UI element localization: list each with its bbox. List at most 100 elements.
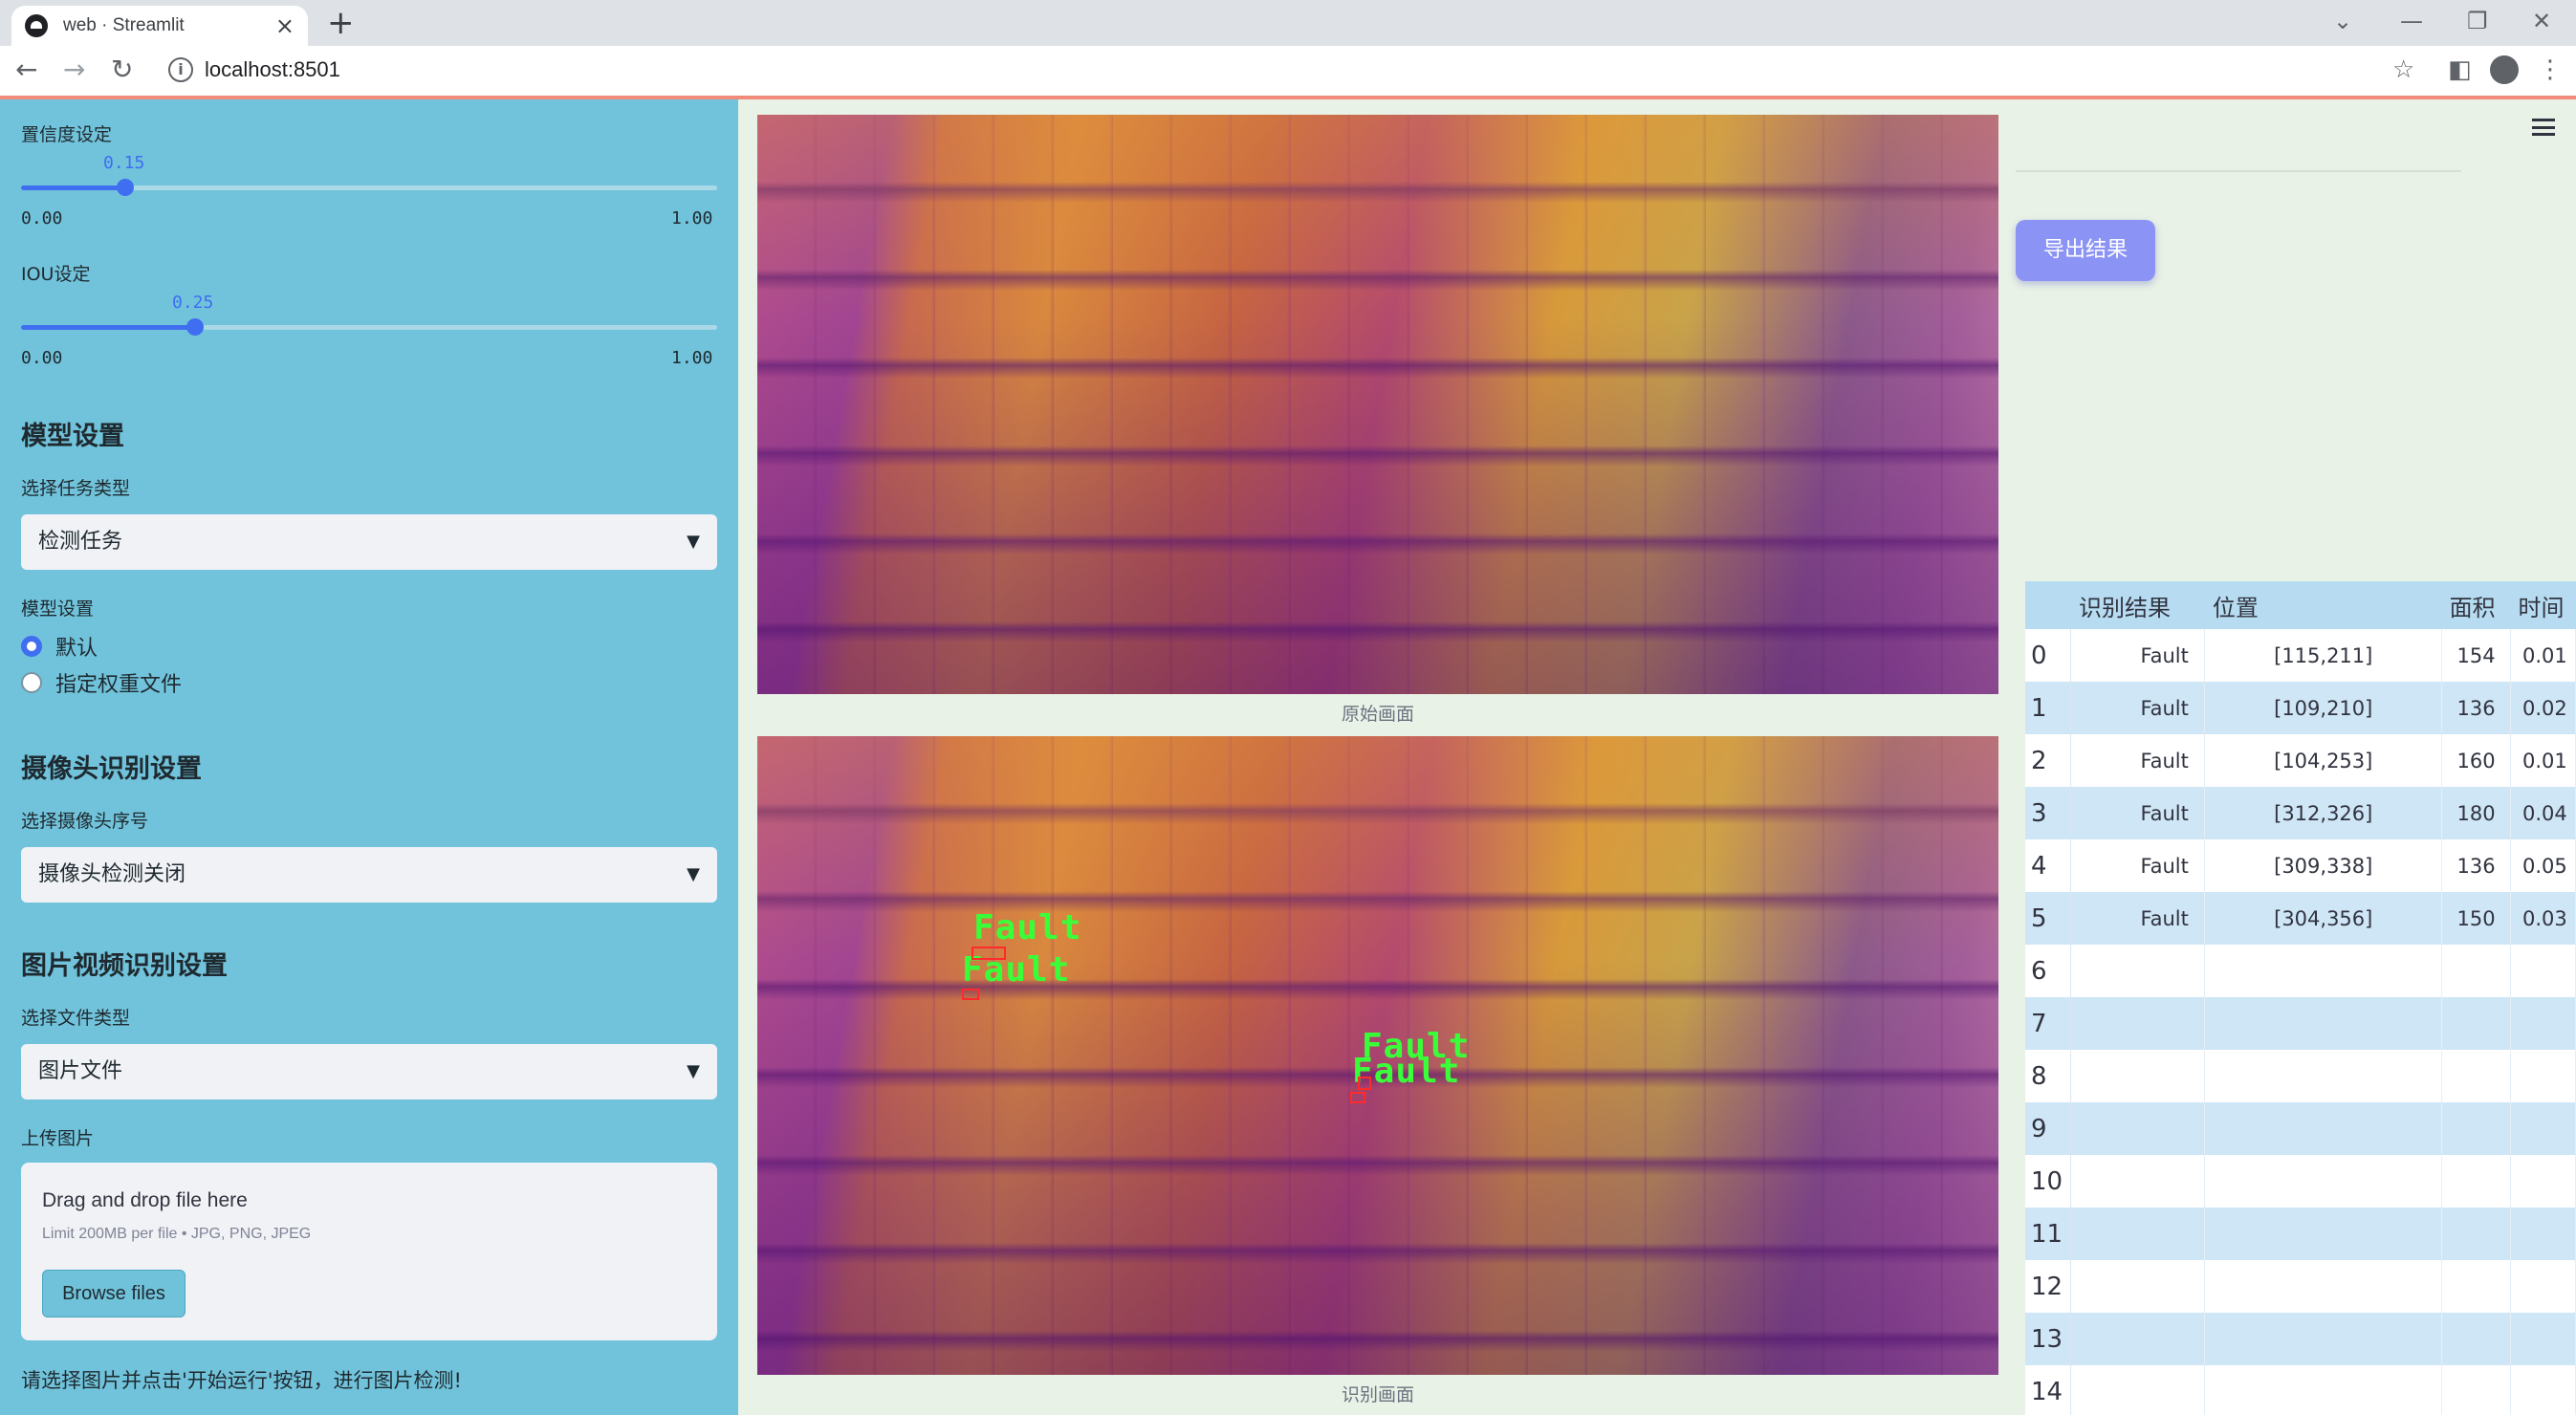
iou-slider-thumb[interactable]: [186, 318, 204, 336]
row-class: [2070, 1208, 2206, 1260]
address-bar[interactable]: localhost:8501: [205, 57, 340, 82]
row-time: [2510, 945, 2576, 997]
table-row[interactable]: 14: [2025, 1365, 2576, 1415]
site-info-icon[interactable]: i: [168, 57, 193, 82]
back-icon[interactable]: ←: [15, 55, 37, 84]
row-area: [2441, 1155, 2511, 1208]
row-index: 2: [2025, 734, 2072, 787]
row-index: 3: [2025, 787, 2072, 839]
row-position: [2204, 997, 2443, 1050]
table-row[interactable]: 7: [2025, 997, 2576, 1050]
task-type-select[interactable]: 检测任务 ▼: [21, 514, 717, 570]
row-time: 0.04: [2510, 787, 2576, 839]
close-window-icon[interactable]: ✕: [2532, 8, 2551, 34]
table-row[interactable]: 1 Fault [109,210] 136 0.02: [2025, 682, 2576, 734]
table-row[interactable]: 0 Fault [115,211] 154 0.01: [2025, 629, 2576, 682]
table-row[interactable]: 12: [2025, 1260, 2576, 1313]
table-row[interactable]: 10: [2025, 1155, 2576, 1208]
table-row[interactable]: 11: [2025, 1208, 2576, 1260]
row-position: [2204, 1365, 2443, 1415]
detection-box: [1350, 1092, 1365, 1103]
row-time: 0.02: [2510, 682, 2576, 734]
row-time: [2510, 1365, 2576, 1415]
radio-custom-weights-label: 指定权重文件: [55, 673, 183, 697]
row-area: 160: [2441, 734, 2511, 787]
browser-tab[interactable]: web · Streamlit ×: [11, 6, 308, 46]
table-row[interactable]: 9: [2025, 1102, 2576, 1155]
confidence-slider-fill: [21, 185, 126, 190]
camera-settings-heading: 摄像头识别设置: [21, 754, 202, 784]
table-row[interactable]: 4 Fault [309,338] 136 0.05: [2025, 839, 2576, 892]
row-index: 4: [2025, 839, 2072, 892]
original-image: [757, 115, 1998, 694]
reload-icon[interactable]: ↻: [111, 55, 133, 84]
confidence-value: 0.15: [103, 153, 145, 173]
dropzone-limit: Limit 200MB per file • JPG, PNG, JPEG: [42, 1226, 312, 1242]
iou-value: 0.25: [172, 293, 214, 313]
row-class: Fault: [2070, 787, 2206, 839]
minimize-icon[interactable]: —: [2400, 8, 2423, 34]
header-position[interactable]: 位置: [2204, 581, 2442, 629]
side-panel-icon[interactable]: ◧: [2448, 55, 2472, 84]
row-position: [2204, 1155, 2443, 1208]
detection-box: [1358, 1077, 1371, 1090]
tab-search-icon[interactable]: ⌄: [2333, 8, 2352, 34]
table-row[interactable]: 3 Fault [312,326] 180 0.04: [2025, 787, 2576, 839]
row-area: [2441, 1313, 2511, 1365]
table-row[interactable]: 8: [2025, 1050, 2576, 1102]
row-area: [2441, 1050, 2511, 1102]
row-index: 6: [2025, 945, 2072, 997]
iou-slider[interactable]: [21, 318, 717, 336]
confidence-slider[interactable]: [21, 179, 717, 196]
radio-unchecked-icon[interactable]: [21, 672, 42, 693]
table-row[interactable]: 2 Fault [104,253] 160 0.01: [2025, 734, 2576, 787]
export-results-button[interactable]: 导出结果: [2016, 220, 2155, 281]
table-row[interactable]: 5 Fault [304,356] 150 0.03: [2025, 892, 2576, 945]
browser-menu-icon[interactable]: ⋮: [2538, 55, 2563, 84]
browser-toolbar: ← → ↻ i localhost:8501 ☆ ◧ ⋮: [0, 46, 2576, 96]
row-area: 180: [2441, 787, 2511, 839]
row-index: 1: [2025, 682, 2072, 734]
chevron-down-icon: ▼: [687, 532, 700, 552]
detection-box: [971, 947, 1006, 960]
row-time: 0.01: [2510, 629, 2576, 682]
header-class[interactable]: 识别结果: [2070, 581, 2205, 629]
row-time: [2510, 1050, 2576, 1102]
table-row[interactable]: 6: [2025, 945, 2576, 997]
browse-files-button[interactable]: Browse files: [42, 1270, 186, 1317]
row-area: 150: [2441, 892, 2511, 945]
header-time[interactable]: 时间: [2510, 581, 2576, 629]
row-area: 136: [2441, 682, 2511, 734]
row-class: [2070, 1313, 2206, 1365]
confidence-label: 置信度设定: [21, 124, 113, 145]
radio-default[interactable]: 默认: [21, 631, 98, 662]
row-position: [115,211]: [2204, 629, 2443, 682]
row-time: 0.01: [2510, 734, 2576, 787]
tab-title: web · Streamlit: [63, 15, 185, 35]
task-type-label: 选择任务类型: [21, 478, 131, 499]
forward-icon[interactable]: →: [63, 55, 85, 84]
header-area[interactable]: 面积: [2441, 581, 2511, 629]
radio-custom-weights[interactable]: 指定权重文件: [21, 667, 182, 698]
profile-avatar-icon[interactable]: [2490, 55, 2519, 84]
radio-checked-icon[interactable]: [21, 636, 42, 657]
confidence-slider-thumb[interactable]: [117, 179, 135, 196]
table-row[interactable]: 13: [2025, 1313, 2576, 1365]
close-tab-icon[interactable]: ×: [275, 12, 295, 39]
row-index: 10: [2025, 1155, 2072, 1208]
file-uploader-dropzone[interactable]: Drag and drop file here Limit 200MB per …: [21, 1163, 717, 1340]
row-position: [2204, 1050, 2443, 1102]
row-class: [2070, 997, 2206, 1050]
restore-icon[interactable]: ❐: [2467, 8, 2488, 34]
camera-index-select[interactable]: 摄像头检测关闭 ▼: [21, 847, 717, 903]
divider: [2016, 170, 2461, 172]
main-menu-icon[interactable]: [2532, 119, 2555, 136]
confidence-max: 1.00: [671, 208, 713, 229]
row-class: Fault: [2070, 629, 2206, 682]
file-type-select[interactable]: 图片文件 ▼: [21, 1044, 717, 1099]
row-position: [312,326]: [2204, 787, 2443, 839]
upload-label: 上传图片: [21, 1128, 95, 1149]
new-tab-icon[interactable]: +: [327, 6, 355, 40]
camera-index-value: 摄像头检测关闭: [38, 862, 186, 886]
bookmark-star-icon[interactable]: ☆: [2392, 55, 2414, 84]
